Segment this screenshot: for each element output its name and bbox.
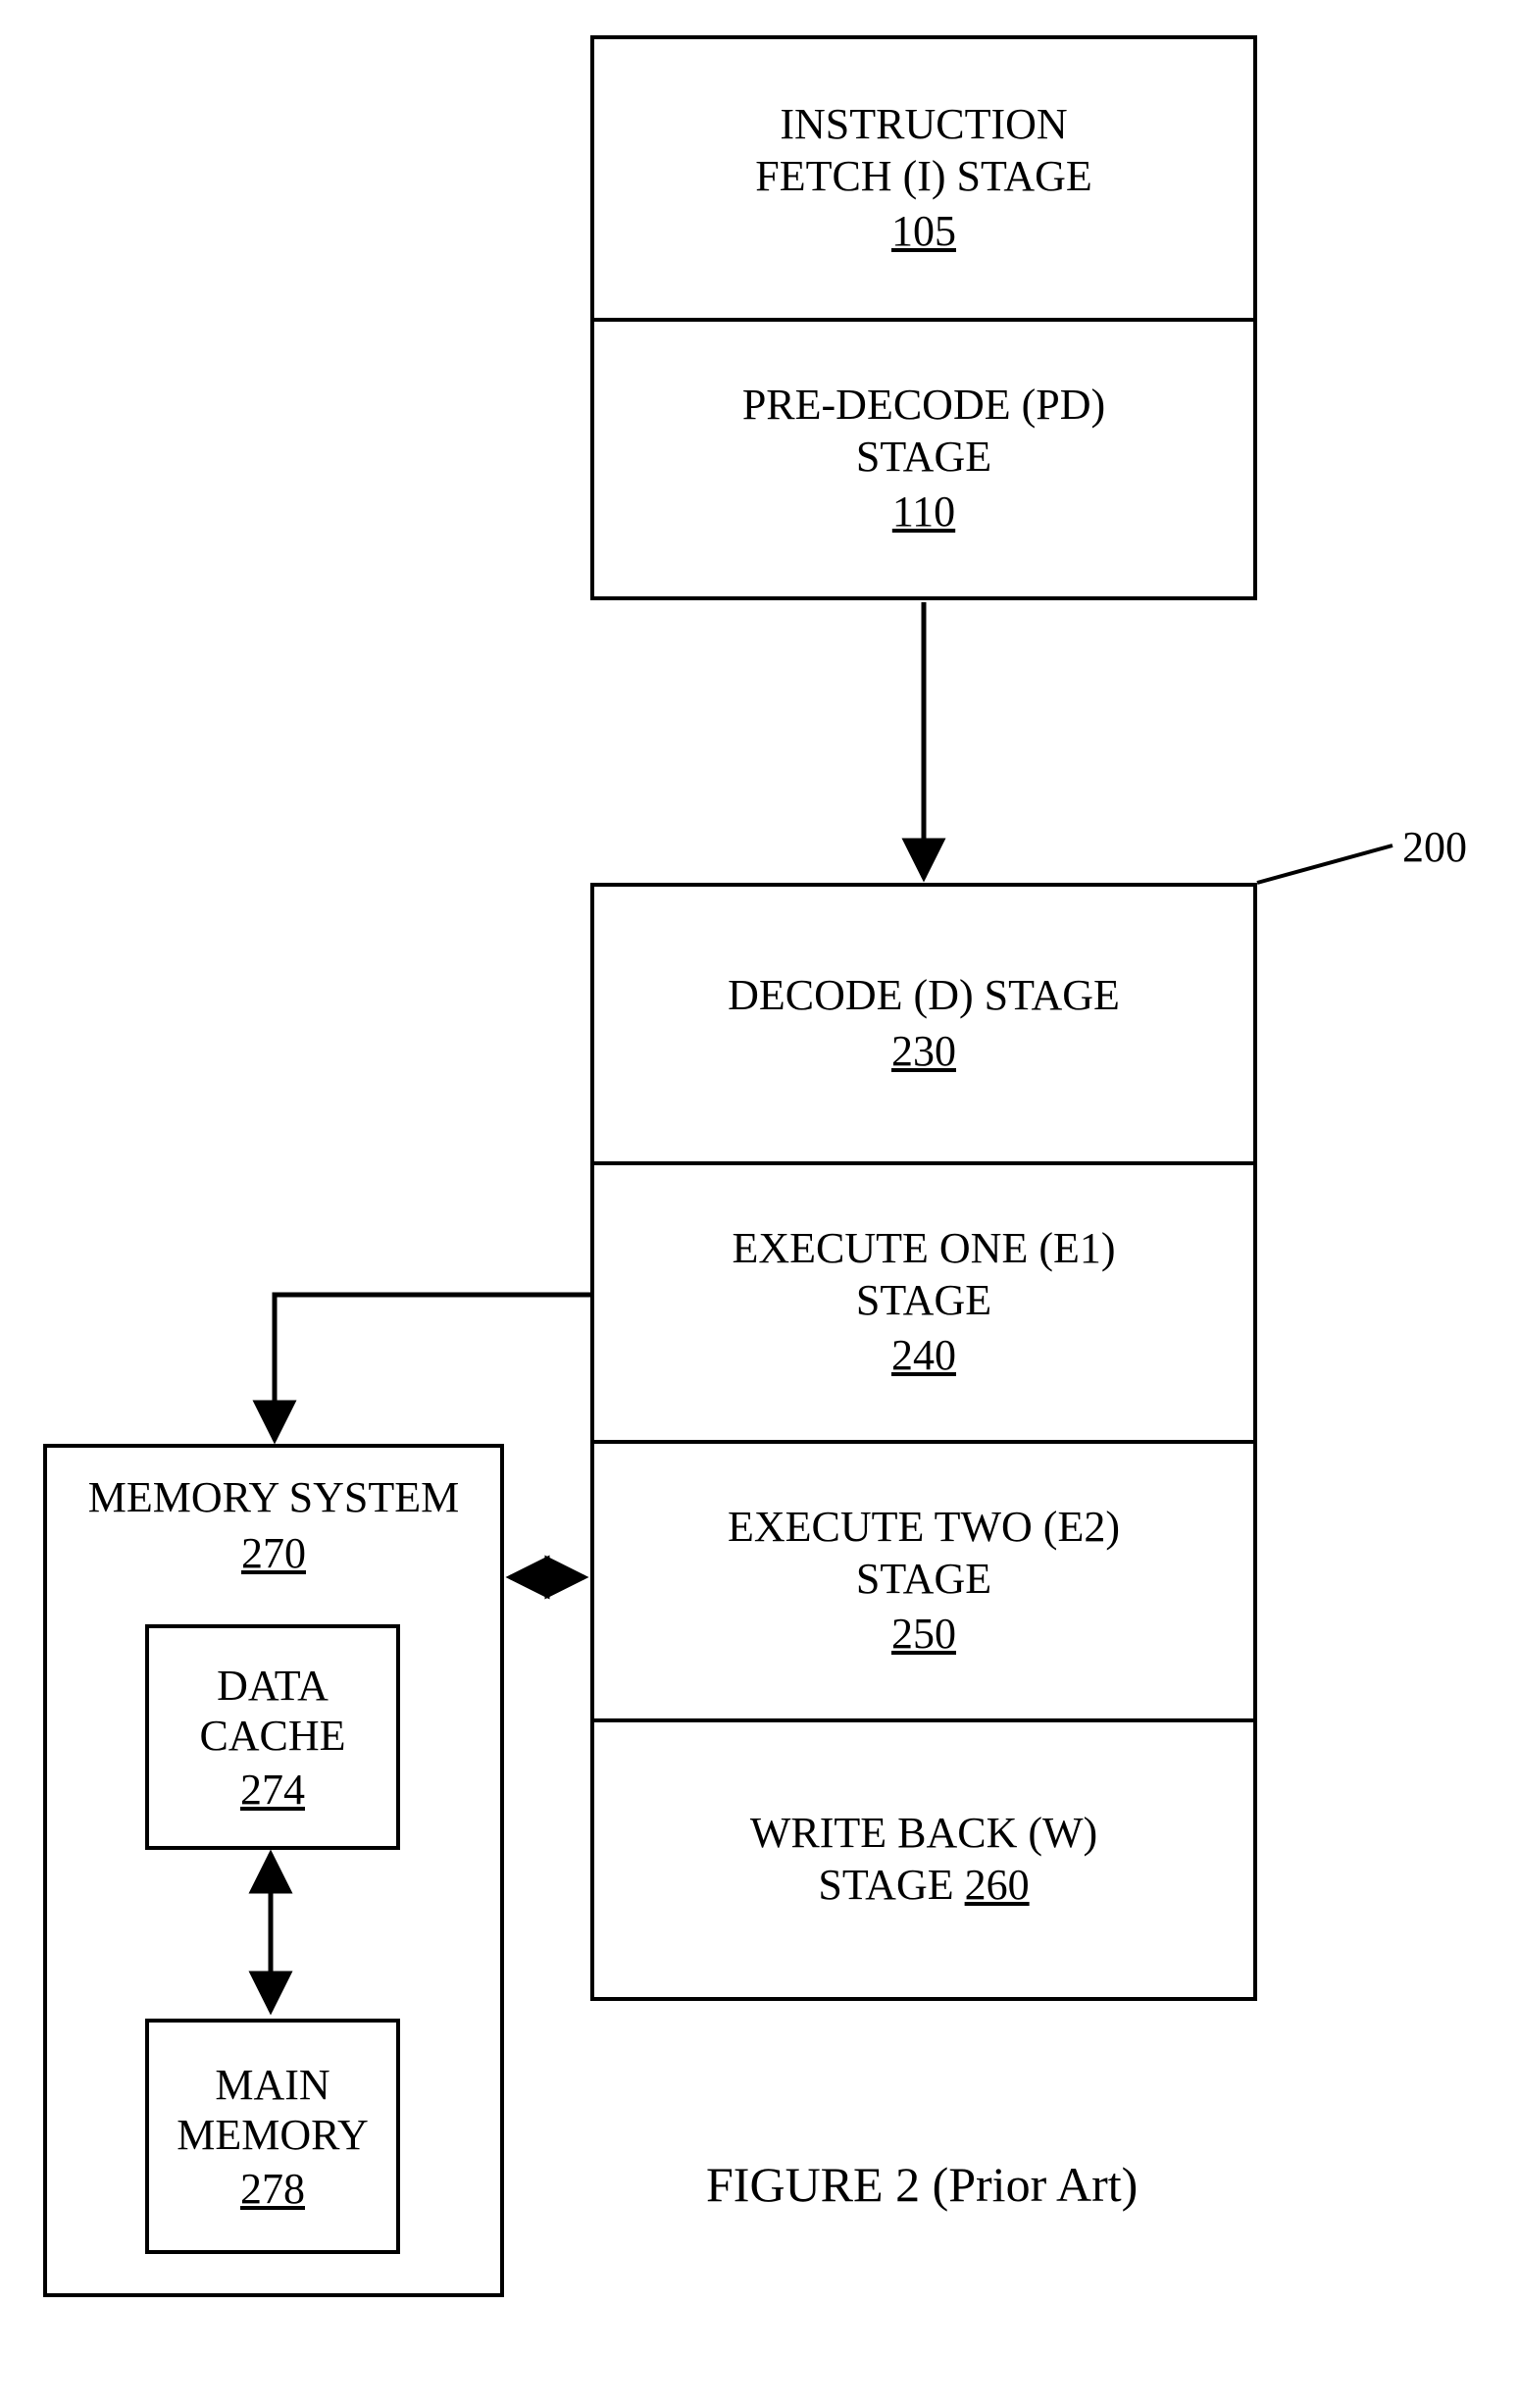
data-cache-ref: 274 bbox=[240, 1765, 305, 1815]
main-memory-box: MAIN MEMORY 278 bbox=[145, 2019, 400, 2254]
stage-w-line2: STAGE 260 bbox=[818, 1860, 1029, 1912]
main-memory-ref: 278 bbox=[240, 2164, 305, 2214]
diagram-canvas: INSTRUCTION FETCH (I) STAGE 105 PRE-DECO… bbox=[0, 0, 1519, 2408]
data-cache-box: DATA CACHE 274 bbox=[145, 1624, 400, 1850]
stage-execute-two: EXECUTE TWO (E2) STAGE 250 bbox=[594, 1444, 1253, 1718]
stage-e2-ref: 250 bbox=[891, 1609, 956, 1661]
stage-pd-ref: 110 bbox=[892, 487, 955, 538]
memory-system-block: MEMORY SYSTEM 270 DATA CACHE 274 MAIN ME… bbox=[43, 1444, 504, 2297]
data-cache-line1: DATA bbox=[217, 1661, 329, 1711]
stage-w-line2-prefix: STAGE bbox=[818, 1861, 953, 1909]
top-block: INSTRUCTION FETCH (I) STAGE 105 PRE-DECO… bbox=[590, 35, 1257, 600]
stage-pd-line1: PRE-DECODE (PD) bbox=[742, 380, 1105, 432]
pipeline-block: DECODE (D) STAGE 230 EXECUTE ONE (E1) ST… bbox=[590, 883, 1257, 2001]
stage-d-ref: 230 bbox=[891, 1026, 956, 1078]
stage-i-line2: FETCH (I) STAGE bbox=[755, 151, 1092, 203]
arrow-e1-to-memory bbox=[275, 1295, 590, 1440]
stage-e2-line1: EXECUTE TWO (E2) bbox=[728, 1502, 1120, 1554]
stage-d-line1: DECODE (D) STAGE bbox=[728, 970, 1120, 1022]
leader-200 bbox=[1257, 845, 1392, 883]
stage-pre-decode: PRE-DECODE (PD) STAGE 110 bbox=[594, 322, 1253, 596]
pipeline-ref-label: 200 bbox=[1402, 822, 1467, 872]
data-cache-line2: CACHE bbox=[199, 1711, 345, 1761]
stage-e2-line2: STAGE bbox=[856, 1554, 991, 1606]
memory-ref: 270 bbox=[241, 1528, 306, 1580]
memory-title: MEMORY SYSTEM bbox=[88, 1472, 460, 1524]
stage-w-ref: 260 bbox=[965, 1861, 1030, 1909]
stage-e1-line2: STAGE bbox=[856, 1275, 991, 1327]
stage-e1-ref: 240 bbox=[891, 1330, 956, 1382]
stage-e1-line1: EXECUTE ONE (E1) bbox=[732, 1223, 1115, 1275]
main-memory-line2: MEMORY bbox=[177, 2110, 369, 2160]
stage-w-line1: WRITE BACK (W) bbox=[750, 1808, 1097, 1860]
stage-i-ref: 105 bbox=[891, 206, 956, 258]
stage-i-line1: INSTRUCTION bbox=[780, 99, 1067, 151]
main-memory-line1: MAIN bbox=[215, 2060, 329, 2110]
stage-decode: DECODE (D) STAGE 230 bbox=[594, 887, 1253, 1161]
stage-pd-line2: STAGE bbox=[856, 432, 991, 484]
figure-caption: FIGURE 2 (Prior Art) bbox=[706, 2156, 1138, 2213]
stage-instruction-fetch: INSTRUCTION FETCH (I) STAGE 105 bbox=[594, 39, 1253, 318]
stage-write-back: WRITE BACK (W) STAGE 260 bbox=[594, 1722, 1253, 1997]
memory-system-header: MEMORY SYSTEM 270 bbox=[47, 1458, 500, 1595]
stage-execute-one: EXECUTE ONE (E1) STAGE 240 bbox=[594, 1165, 1253, 1440]
